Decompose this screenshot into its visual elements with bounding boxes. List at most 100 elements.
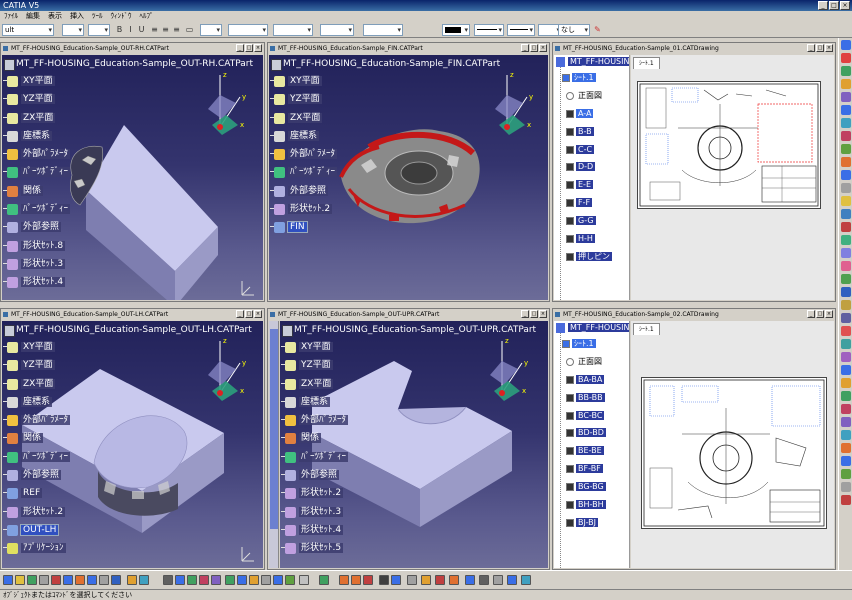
tree-view[interactable]: 正面図 <box>554 355 629 373</box>
toolbar-icon[interactable] <box>163 575 173 585</box>
toolbar-icon[interactable] <box>840 66 851 76</box>
toolbar-icon[interactable] <box>840 274 851 284</box>
sheet-tab[interactable]: ｼｰﾄ.1 <box>633 57 660 69</box>
toolbar-icon[interactable] <box>391 575 401 585</box>
tree-view[interactable]: BH-BH <box>554 498 629 516</box>
toolbar-icon[interactable] <box>435 575 445 585</box>
toolbar-icon[interactable] <box>319 575 329 585</box>
toolbar-icon[interactable] <box>51 575 61 585</box>
tree-node[interactable]: 形状ｾｯﾄ.2 <box>270 201 500 219</box>
win-close-button[interactable]: × <box>825 44 833 52</box>
tolerance-combo[interactable] <box>320 24 354 36</box>
toolbar-icon[interactable] <box>840 495 851 505</box>
win-close-button[interactable]: × <box>539 44 547 52</box>
tree-scrollbar[interactable] <box>269 321 279 568</box>
viewport-3d[interactable]: MT_FF-HOUSING_Education-Sample_OUT-LH.CA… <box>2 321 263 568</box>
window-out-rh[interactable]: MT_FF-HOUSING_Education-Sample_OUT-RH.CA… <box>0 42 265 302</box>
win-min-button[interactable]: _ <box>807 310 815 318</box>
anchor-combo[interactable] <box>200 24 222 36</box>
toolbar-icon[interactable] <box>840 287 851 297</box>
tree-node[interactable]: 形状ｾｯﾄ.8 <box>3 238 253 256</box>
toolbar-icon[interactable] <box>840 300 851 310</box>
toolbar-icon[interactable] <box>407 575 417 585</box>
tree-view[interactable]: BB-BB <box>554 391 629 409</box>
win-max-button[interactable]: □ <box>530 44 538 52</box>
toolbar-icon[interactable] <box>840 92 851 102</box>
underline-button[interactable]: U <box>137 24 146 35</box>
tree-node[interactable]: ﾊﾟｰﾂﾎﾞﾃﾞｨｰ <box>3 449 252 467</box>
win-close-button[interactable]: × <box>539 310 547 318</box>
tree-node[interactable]: 形状ｾｯﾄ.3 <box>3 256 253 274</box>
menu-item[interactable]: ﾂｰﾙ <box>92 11 103 22</box>
compass-icon[interactable]: z y x <box>480 335 540 405</box>
toolbar-icon[interactable] <box>840 339 851 349</box>
tree-node[interactable]: 関係 <box>3 183 253 201</box>
tree-view[interactable]: 正面図 <box>554 89 629 107</box>
precision-combo[interactable] <box>363 24 403 36</box>
paint-icon[interactable]: ✎ <box>593 24 602 35</box>
toolbar-icon[interactable] <box>840 248 851 258</box>
toolbar-icon[interactable] <box>75 575 85 585</box>
tree-node[interactable]: ﾊﾟｰﾂﾎﾞﾃﾞｨｰ <box>281 449 536 467</box>
tree-view[interactable]: F-F <box>554 196 629 214</box>
tree-view[interactable]: C-C <box>554 143 629 161</box>
toolbar-icon[interactable] <box>840 40 851 50</box>
toolbar-icon[interactable] <box>840 469 851 479</box>
tree-node[interactable]: 形状ｾｯﾄ.5 <box>281 540 536 558</box>
tree-node[interactable]: ﾊﾟｰﾂﾎﾞﾃﾞｨｰ <box>270 164 500 182</box>
win-min-button[interactable]: _ <box>521 44 529 52</box>
tree-view[interactable]: BF-BF <box>554 462 629 480</box>
compass-icon[interactable]: z y x <box>485 69 545 139</box>
menu-item[interactable]: ｳｨﾝﾄﾞｳ <box>111 11 132 22</box>
tree-node[interactable]: 形状ｾｯﾄ.4 <box>3 274 253 292</box>
toolbar-icon[interactable] <box>139 575 149 585</box>
toolbar-icon[interactable] <box>840 482 851 492</box>
toolbar-icon[interactable] <box>225 575 235 585</box>
toolbar-icon[interactable] <box>15 575 25 585</box>
toolbar-icon[interactable] <box>237 575 247 585</box>
toolbar-icon[interactable] <box>285 575 295 585</box>
toolbar-icon[interactable] <box>421 575 431 585</box>
tree-node[interactable]: ﾊﾟｰﾂﾎﾞﾃﾞｨｰ <box>3 201 253 219</box>
close-button[interactable]: × <box>840 1 850 10</box>
viewport-3d[interactable]: MT_FF-HOUSING_Education-Sample_OUT-UPR.C… <box>280 321 548 568</box>
toolbar-icon[interactable] <box>63 575 73 585</box>
tree-node[interactable]: 外部ﾊﾟﾗﾒｰﾀ <box>270 146 500 164</box>
tree-root[interactable]: MT_FF-HOUSING_ <box>554 321 629 337</box>
tree-view[interactable]: B-B <box>554 125 629 143</box>
window-drawing-02[interactable]: MT_FF-HOUSING_Education-Sample_02.CATDra… <box>552 308 836 570</box>
text-combo[interactable] <box>228 24 268 36</box>
win-min-button[interactable]: _ <box>807 44 815 52</box>
tree-node[interactable]: 外部参照 <box>281 467 536 485</box>
tree-node[interactable]: FIN <box>270 219 500 237</box>
tree-node[interactable]: REF <box>3 485 252 503</box>
tree-node[interactable]: 外部ﾊﾟﾗﾒｰﾀ <box>281 412 536 430</box>
menu-item[interactable]: ﾍﾙﾌﾟ <box>140 11 154 22</box>
toolbar-icon[interactable] <box>840 222 851 232</box>
toolbar-icon[interactable] <box>187 575 197 585</box>
style-combo[interactable]: ult <box>2 24 54 36</box>
font-combo[interactable] <box>62 24 84 36</box>
toolbar-icon[interactable] <box>840 79 851 89</box>
win-close-button[interactable]: × <box>254 44 262 52</box>
frame-icon[interactable]: ▭ <box>185 24 194 35</box>
toolbar-icon[interactable] <box>840 53 851 63</box>
win-max-button[interactable]: □ <box>245 310 253 318</box>
toolbar-icon[interactable] <box>840 352 851 362</box>
toolbar-icon[interactable] <box>339 575 349 585</box>
toolbar-icon[interactable] <box>840 391 851 401</box>
win-min-button[interactable]: _ <box>521 310 529 318</box>
tree-view[interactable]: D-D <box>554 160 629 178</box>
toolbar-icon[interactable] <box>840 404 851 414</box>
tree-node[interactable]: 形状ｾｯﾄ.2 <box>3 504 252 522</box>
toolbar-icon[interactable] <box>840 131 851 141</box>
toolbar-icon[interactable] <box>99 575 109 585</box>
menu-item[interactable]: 編集 <box>26 11 40 22</box>
tree-node[interactable]: 外部参照 <box>3 219 253 237</box>
tree-node[interactable]: YZ平面 <box>270 91 500 109</box>
tree-node[interactable]: ZX平面 <box>270 110 500 128</box>
font-size-combo[interactable] <box>88 24 110 36</box>
window-drawing-01[interactable]: MT_FF-HOUSING_Education-Sample_01.CATDra… <box>552 42 836 302</box>
toolbar-icon[interactable] <box>199 575 209 585</box>
menu-item[interactable]: ﾌｧｲﾙ <box>4 11 18 22</box>
